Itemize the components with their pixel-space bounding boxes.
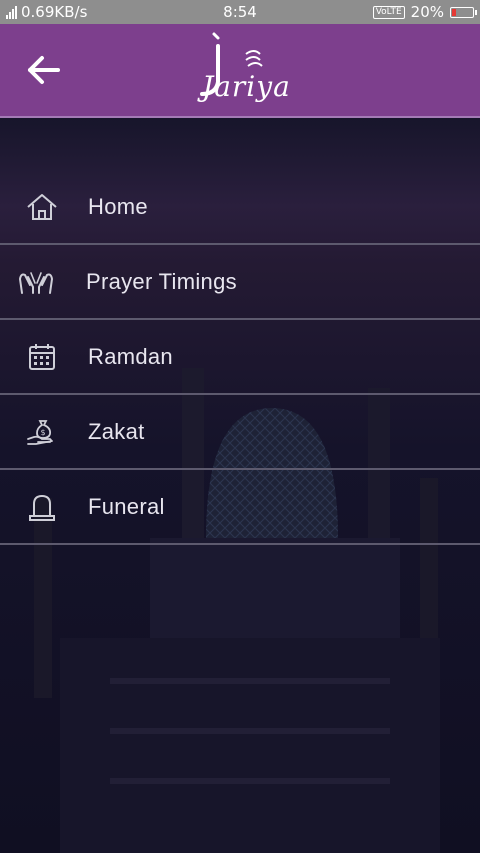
status-bar: 0.69KB/s 8:54 VoLTE 20%: [0, 0, 480, 24]
menu-label-ramdan: Ramdan: [88, 343, 173, 369]
svg-text:$: $: [41, 428, 46, 437]
arrow-left-icon: [28, 56, 60, 84]
money-bag-hand-icon: $: [22, 414, 62, 450]
menu-label-home: Home: [88, 193, 148, 219]
home-icon: [22, 189, 62, 225]
volte-badge: VoLTE: [372, 5, 405, 19]
calendar-icon: [22, 339, 62, 375]
menu-label-funeral: Funeral: [88, 493, 165, 519]
menu-item-home[interactable]: Home: [0, 170, 480, 245]
logo-text: Jariya: [202, 70, 291, 103]
menu-item-zakat[interactable]: $ Zakat: [0, 395, 480, 470]
navigation-menu: Home Prayer Timings Ramdan $ Zakat Funer…: [0, 170, 480, 545]
menu-item-prayer-timings[interactable]: Prayer Timings: [0, 245, 480, 320]
tombstone-icon: [22, 489, 62, 525]
menu-label-prayer-timings: Prayer Timings: [86, 268, 237, 294]
app-logo: Jariya: [188, 30, 292, 112]
status-right: VoLTE 20%: [372, 3, 477, 21]
battery-percent: 20%: [410, 3, 444, 21]
menu-item-funeral[interactable]: Funeral: [0, 470, 480, 545]
praying-hands-icon: [16, 264, 56, 300]
back-button[interactable]: [22, 50, 66, 90]
menu-label-zakat: Zakat: [88, 418, 145, 444]
battery-icon: [450, 6, 477, 18]
menu-item-ramdan[interactable]: Ramdan: [0, 320, 480, 395]
app-header: Jariya: [0, 24, 480, 118]
